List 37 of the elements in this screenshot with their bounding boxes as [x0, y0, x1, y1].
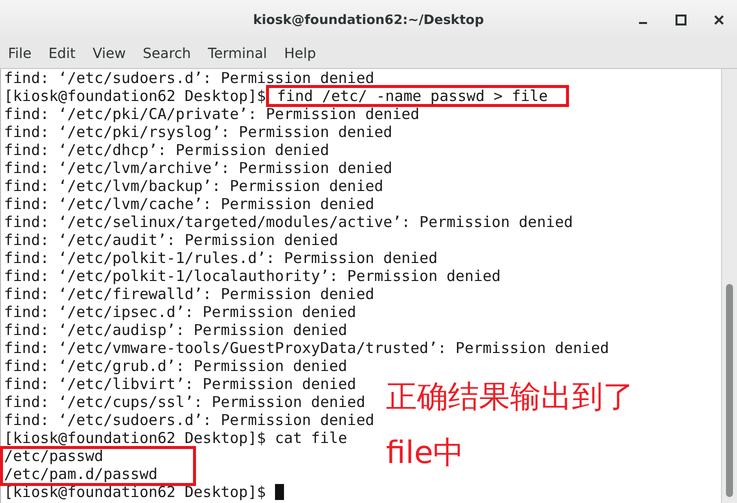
terminal-output-line: find: ‘/etc/libvirt’: Permission denied — [4, 375, 356, 393]
terminal-output-line: find: ‘/etc/sudoers.d’: Permission denied — [4, 69, 374, 87]
menu-item[interactable]: Help — [278, 43, 322, 65]
terminal-output-line: find: ‘/etc/polkit-1/rules.d’: Permission denied — [4, 249, 438, 267]
terminal-output-line: find: ‘/etc/firewalld’: Permission denied — [4, 285, 374, 303]
menu-item[interactable]: Edit — [42, 43, 82, 65]
terminal-output-line: find: ‘/etc/ipsec.d’: Permission denied — [4, 303, 356, 321]
scrollbar[interactable] — [721, 69, 737, 503]
command-text: find /etc/ -name passwd > file — [276, 87, 548, 105]
annotation-text: 正确结果输出到了 — [386, 378, 634, 417]
annotation-text: file中 — [386, 434, 466, 473]
terminal-output-line: /etc/pam.d/passwd — [4, 465, 158, 483]
menu-item[interactable]: File — [2, 43, 38, 65]
terminal-output-line: /etc/passwd — [4, 447, 104, 465]
maximize-icon[interactable] — [673, 12, 689, 28]
terminal-output-line: find: ‘/etc/selinux/targeted/modules/active’: Permission denied — [4, 213, 573, 231]
window-title: kiosk@foundation62:~/Desktop — [253, 12, 484, 28]
terminal-output-line: find: ‘/etc/sudoers.d’: Permission denied — [4, 411, 374, 429]
terminal-output-line: find: ‘/etc/vmware-tools/GuestProxyData/trusted’: Permission denied — [4, 339, 610, 357]
command-text: cat file — [274, 429, 348, 447]
terminal-output-line: find: ‘/etc/audisp’: Permission denied — [4, 321, 348, 339]
shell-prompt: [kiosk@foundation62 Desktop]$ — [4, 429, 266, 447]
terminal-output-line: find: ‘/etc/pki/CA/private’: Permission denied — [4, 105, 420, 123]
shell-prompt: [kiosk@foundation62 Desktop]$ — [4, 483, 266, 501]
menu-item[interactable]: Search — [136, 43, 197, 65]
terminal-output-line: find: ‘/etc/lvm/backup’: Permission denied — [4, 177, 384, 195]
terminal-output-line: find: ‘/etc/grub.d’: Permission denied — [4, 357, 348, 375]
terminal-output-line: find: ‘/etc/polkit-1/localauthority’: Permission denied — [4, 267, 501, 285]
menu-item[interactable]: View — [86, 43, 132, 65]
menu-item[interactable]: Terminal — [202, 43, 274, 65]
terminal-output-line: find: ‘/etc/lvm/archive’: Permission denied — [4, 159, 392, 177]
shell-prompt: [kiosk@foundation62 Desktop]$ — [4, 87, 266, 105]
terminal-output-line: find: ‘/etc/lvm/cache’: Permission denied — [4, 195, 374, 213]
terminal-output-line: find: ‘/etc/dhcp’: Permission denied — [4, 141, 330, 159]
terminal-output-line: find: ‘/etc/audit’: Permission denied — [4, 231, 338, 249]
terminal-output-line: find: ‘/etc/cups/ssl’: Permission denied — [4, 393, 366, 411]
terminal-output-line: find: ‘/etc/pki/rsyslog’: Permission denied — [4, 123, 392, 141]
